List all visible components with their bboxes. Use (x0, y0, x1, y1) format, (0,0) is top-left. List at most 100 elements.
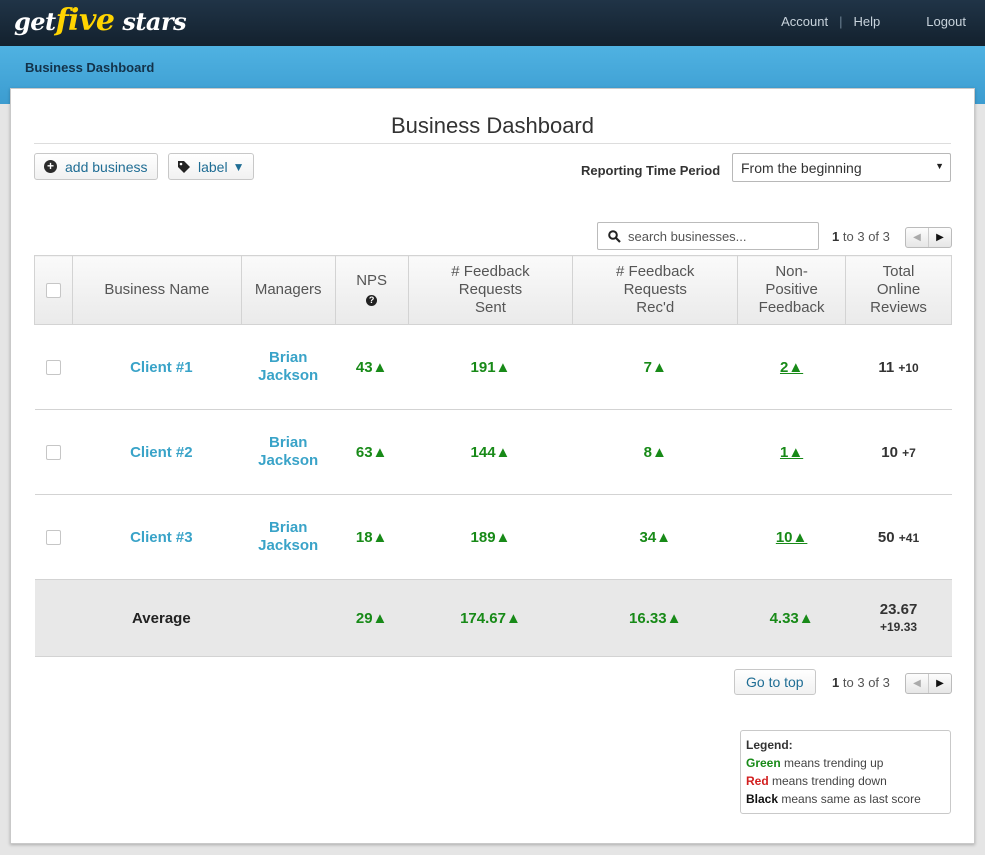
row-checkbox[interactable] (45, 360, 61, 376)
manager-link[interactable]: Brian Jackson (241, 324, 336, 410)
header-total-online-reviews[interactable]: Total Online Reviews (845, 255, 952, 325)
search-placeholder: search businesses... (628, 229, 747, 244)
reviews-delta: +41 (898, 530, 920, 545)
logo-stars: stars (122, 7, 187, 36)
title-divider (34, 143, 951, 144)
average-total-reviews: 23.67 +19.33 (845, 579, 952, 657)
getfivestars-logo[interactable]: getfive stars (14, 3, 187, 38)
label-button-text: label (198, 158, 228, 175)
legend-green: Green means trending up (746, 756, 884, 770)
next-page-button[interactable]: ▶ (929, 674, 951, 693)
row-checkbox[interactable] (45, 530, 61, 546)
average-row: Average 29▲ 174.67▲ 16.33▲ 4.33▲ 23.67 +1… (34, 579, 952, 657)
average-managers-cell (241, 579, 336, 657)
non-positive-link[interactable]: 2▲ (780, 359, 803, 376)
header-business-name[interactable]: Business Name (71, 255, 242, 325)
search-input[interactable]: search businesses... (597, 222, 819, 250)
reviews-delta: +7 (902, 445, 916, 460)
prev-page-button[interactable]: ◀ (906, 228, 929, 247)
non-positive-cell: 10▲ (737, 494, 846, 580)
logout-link[interactable]: Logout (926, 14, 966, 29)
legend-red: Red means trending down (746, 774, 887, 788)
non-positive-cell: 1▲ (737, 409, 846, 495)
manager-link[interactable]: Brian Jackson (241, 494, 336, 580)
help-icon[interactable]: ? (366, 295, 378, 306)
requests-sent-value: 191▲ (408, 324, 573, 410)
manager-link[interactable]: Brian Jackson (241, 409, 336, 495)
header-feedback-requests-recd[interactable]: # Feedback Requests Rec'd (572, 255, 739, 325)
row-checkbox[interactable] (45, 445, 61, 461)
result-count-top: 1 to 3 of 3 (832, 229, 890, 244)
add-business-label: add business (65, 158, 148, 175)
total-reviews-value: 50 +41 (845, 494, 952, 580)
non-positive-link[interactable]: 1▲ (780, 444, 803, 461)
search-icon (608, 230, 621, 243)
result-count-bottom: 1 to 3 of 3 (832, 675, 890, 690)
average-non-positive: 4.33▲ (737, 579, 846, 657)
business-table: Business Name Managers NPS ? # Feedback R… (34, 255, 952, 657)
reporting-period-value: From the beginning (741, 160, 862, 176)
average-requests-recd: 16.33▲ (572, 579, 738, 657)
go-to-top-button[interactable]: Go to top (734, 669, 816, 695)
breadcrumb[interactable]: Business Dashboard (25, 60, 154, 75)
header-nps[interactable]: NPS ? (334, 255, 409, 325)
header-feedback-requests-sent[interactable]: # Feedback Requests Sent (407, 255, 574, 325)
caret-down-icon: ▼ (232, 159, 245, 174)
select-all-checkbox[interactable] (45, 282, 61, 298)
select-arrow-icon: ▼ (935, 161, 944, 171)
link-separator: | (839, 14, 843, 29)
logo-get: get (14, 7, 56, 36)
business-name-link[interactable]: Client #2 (72, 409, 242, 495)
help-link[interactable]: Help (853, 14, 880, 29)
row-select-cell (34, 494, 73, 580)
nps-value: 43▲ (335, 324, 409, 410)
non-positive-cell: 2▲ (737, 324, 846, 410)
average-empty-cell (34, 579, 73, 657)
header-nps-label: NPS (356, 272, 388, 289)
total-reviews-value: 11 +10 (845, 324, 952, 410)
account-link[interactable]: Account (781, 14, 828, 29)
reporting-period-label: Reporting Time Period (581, 163, 721, 178)
header-non-positive-feedback[interactable]: Non- Positive Feedback (737, 255, 847, 325)
legend-black: Black means same as last score (746, 792, 921, 806)
reporting-period-select[interactable]: From the beginning ▼ (732, 153, 951, 182)
pager-bottom: ◀ ▶ (905, 673, 952, 694)
requests-sent-value: 189▲ (408, 494, 573, 580)
top-navigation-bar: getfive stars Account | Help Logout (0, 0, 985, 46)
nps-value: 63▲ (335, 409, 409, 495)
requests-recd-value: 7▲ (572, 324, 738, 410)
business-name-link[interactable]: Client #1 (72, 324, 242, 410)
legend-box: Legend: Green means trending up Red mean… (740, 730, 951, 814)
prev-page-button[interactable]: ◀ (906, 674, 929, 693)
logo-five: five (55, 3, 115, 38)
label-dropdown-button[interactable]: label ▼ (168, 153, 255, 180)
requests-sent-value: 144▲ (408, 409, 573, 495)
average-nps: 29▲ (335, 579, 409, 657)
add-business-button[interactable]: + add business (34, 153, 158, 180)
header-managers[interactable]: Managers (240, 255, 336, 325)
non-positive-link[interactable]: 10▲ (776, 529, 808, 546)
select-all-header (34, 255, 73, 325)
table-row: Client #1 Brian Jackson 43▲ 191▲ 7▲ 2▲ 11… (34, 324, 952, 410)
business-name-link[interactable]: Client #3 (72, 494, 242, 580)
table-row: Client #3 Brian Jackson 18▲ 189▲ 34▲ 10▲ … (34, 494, 952, 580)
legend-title: Legend: (746, 738, 793, 752)
average-requests-sent: 174.67▲ (408, 579, 573, 657)
total-reviews-value: 10 +7 (845, 409, 952, 495)
table-header-row: Business Name Managers NPS ? # Feedback R… (34, 255, 952, 325)
next-page-button[interactable]: ▶ (929, 228, 951, 247)
table-row: Client #2 Brian Jackson 63▲ 144▲ 8▲ 1▲ 10… (34, 409, 952, 495)
row-select-cell (34, 409, 73, 495)
average-reviews-delta: +19.33 (880, 620, 918, 634)
pager-top: ◀ ▶ (905, 227, 952, 248)
average-label: Average (72, 579, 242, 657)
requests-recd-value: 34▲ (572, 494, 738, 580)
nps-value: 18▲ (335, 494, 409, 580)
top-links: Account | Help Logout (781, 14, 966, 29)
plus-circle-icon: + (44, 160, 57, 173)
dashboard-panel: Business Dashboard + add business label … (10, 88, 975, 844)
requests-recd-value: 8▲ (572, 409, 738, 495)
tag-icon (178, 160, 190, 173)
row-select-cell (34, 324, 73, 410)
reviews-delta: +10 (898, 360, 919, 375)
